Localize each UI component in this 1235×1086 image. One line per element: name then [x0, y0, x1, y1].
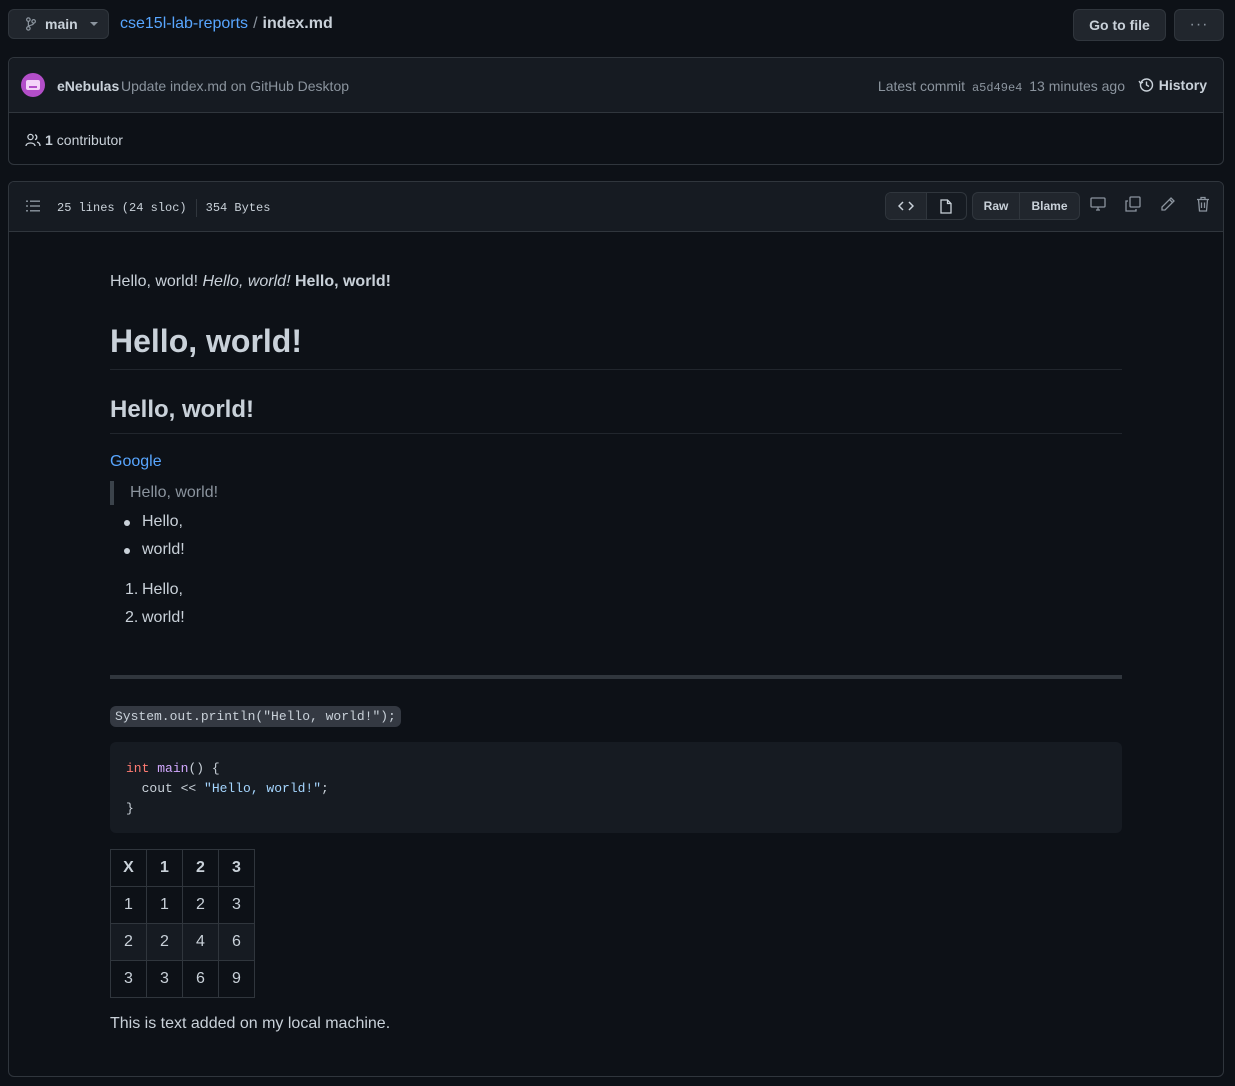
git-branch-icon [26, 17, 36, 31]
google-link[interactable]: Google [110, 453, 162, 471]
commit-sha[interactable]: a5d49e4 [972, 81, 1022, 95]
table-cell: 3 [218, 886, 255, 924]
list-item: world! [142, 541, 185, 558]
raw-button[interactable]: Raw [973, 193, 1020, 219]
code-line-2-pre: cout << [126, 781, 205, 796]
table-row: 3 3 6 9 [110, 960, 255, 998]
table-cell: 6 [218, 923, 255, 961]
code-signature: () { [188, 761, 220, 776]
table-cell: 6 [182, 960, 219, 998]
table-header-row: X 1 2 3 [110, 849, 255, 887]
bullet-marker [124, 520, 130, 526]
table-cell: 2 [146, 923, 183, 961]
blockquote: Hello, world! [110, 481, 218, 505]
display-rendered-button[interactable] [927, 193, 967, 219]
breadcrumb: cse15l-lab-reports / index.md [120, 15, 333, 33]
kebab-horizontal-icon: ··· [1189, 16, 1209, 33]
people-icon [25, 133, 41, 147]
pencil-icon[interactable] [1160, 196, 1176, 212]
history-icon [1138, 78, 1153, 92]
table-cell: 2 [110, 923, 147, 961]
file-viewer: 25 lines (24 sloc) 354 Bytes Raw Blame H… [8, 181, 1224, 1077]
table-of-contents-icon[interactable] [25, 198, 41, 214]
italic-text: Hello, world! [202, 273, 291, 290]
top-bar: main cse15l-lab-reports / index.md Go to f… [8, 9, 1224, 41]
code-line-2-post: ; [321, 781, 329, 796]
table-cell: 3 [146, 960, 183, 998]
history-button[interactable]: History [1138, 77, 1207, 93]
heading-1: Hello, world! [110, 313, 1122, 370]
display-source-button[interactable] [886, 193, 927, 219]
chevron-down-icon [89, 22, 98, 26]
file-actions [1090, 196, 1211, 212]
table-cell: 1 [110, 886, 147, 924]
table-cell: 3 [110, 960, 147, 998]
multiplication-table: X 1 2 3 1 1 2 3 2 2 4 6 3 3 6 9 [110, 849, 255, 998]
code-function: main [157, 761, 189, 776]
avatar[interactable] [21, 73, 45, 97]
list-item: world! [142, 609, 185, 626]
ordered-marker: 2. [125, 609, 139, 626]
bold-text: Hello, world! [294, 273, 391, 290]
commit-author[interactable]: eNebulas [57, 78, 119, 94]
breadcrumb-separator: / [253, 15, 258, 32]
code-block: int main() { cout << "Hello, world!"; } [110, 742, 1122, 833]
code-keyword: int [126, 761, 150, 776]
file-size: 354 Bytes [205, 201, 271, 215]
latest-commit-label: Latest commit [877, 78, 966, 94]
trash-icon[interactable] [1195, 196, 1211, 212]
table-cell: 4 [182, 923, 219, 961]
contributors-row: 1 contributor [9, 113, 1223, 166]
commit-message[interactable]: Update index.md on GitHub Desktop [121, 78, 349, 94]
table-row: 1 1 2 3 [110, 886, 255, 924]
view-toggle [885, 192, 967, 220]
contributors-link[interactable]: 1 contributor [25, 132, 123, 148]
inline-code: System.out.println("Hello, world!"); [110, 706, 401, 727]
branch-name: main [45, 16, 78, 32]
contributors-count: 1 [45, 132, 53, 148]
code-icon [897, 201, 914, 211]
table-header-cell: X [110, 849, 147, 887]
table-header-cell: 3 [218, 849, 255, 887]
blame-button[interactable]: Blame [1020, 193, 1079, 219]
code-string: "Hello, world!" [204, 781, 322, 796]
raw-blame-group: Raw Blame [972, 192, 1080, 220]
file-name: index.md [262, 15, 333, 32]
file-icon [940, 198, 952, 214]
code-line-3: } [126, 801, 134, 816]
table-cell: 1 [146, 886, 183, 924]
more-options-button[interactable]: ··· [1174, 9, 1224, 41]
copy-icon[interactable] [1125, 196, 1141, 212]
table-cell: 2 [182, 886, 219, 924]
commit-meta: Latest commit a5d49e4 13 minutes ago [878, 78, 1125, 95]
plain-text: Hello, world! [110, 273, 199, 290]
bullet-marker [124, 548, 130, 554]
go-to-file-button[interactable]: Go to file [1073, 9, 1166, 41]
paragraph-formatting: Hello, world! Hello, world! Hello, world… [110, 273, 391, 291]
list-item: Hello, [142, 581, 183, 598]
divider [195, 199, 197, 217]
repo-link[interactable]: cse15l-lab-reports [120, 15, 248, 32]
table-header-cell: 2 [182, 849, 219, 887]
file-stats: 25 lines (24 sloc) 354 Bytes [57, 199, 270, 217]
commit-time: 13 minutes ago [1029, 78, 1125, 94]
table-cell: 9 [218, 960, 255, 998]
table-header-cell: 1 [146, 849, 183, 887]
desktop-icon[interactable] [1090, 196, 1106, 212]
history-label: History [1158, 77, 1207, 93]
table-row: 2 2 4 6 [110, 923, 255, 961]
file-lines: 25 lines (24 sloc) [57, 201, 187, 215]
branch-selector-button[interactable]: main [8, 9, 109, 39]
contributors-label: contributor [56, 132, 123, 148]
ordered-marker: 1. [125, 581, 139, 598]
last-paragraph: This is text added on my local machine. [110, 1015, 391, 1032]
file-header: 25 lines (24 sloc) 354 Bytes Raw Blame [9, 182, 1223, 232]
heading-2: Hello, world! [110, 396, 1122, 434]
commit-info-box: eNebulas Update index.md on GitHub Deskt… [8, 57, 1224, 165]
horizontal-rule [110, 675, 1122, 679]
list-item: Hello, [142, 513, 183, 530]
latest-commit-row: eNebulas Update index.md on GitHub Deskt… [9, 58, 1223, 113]
